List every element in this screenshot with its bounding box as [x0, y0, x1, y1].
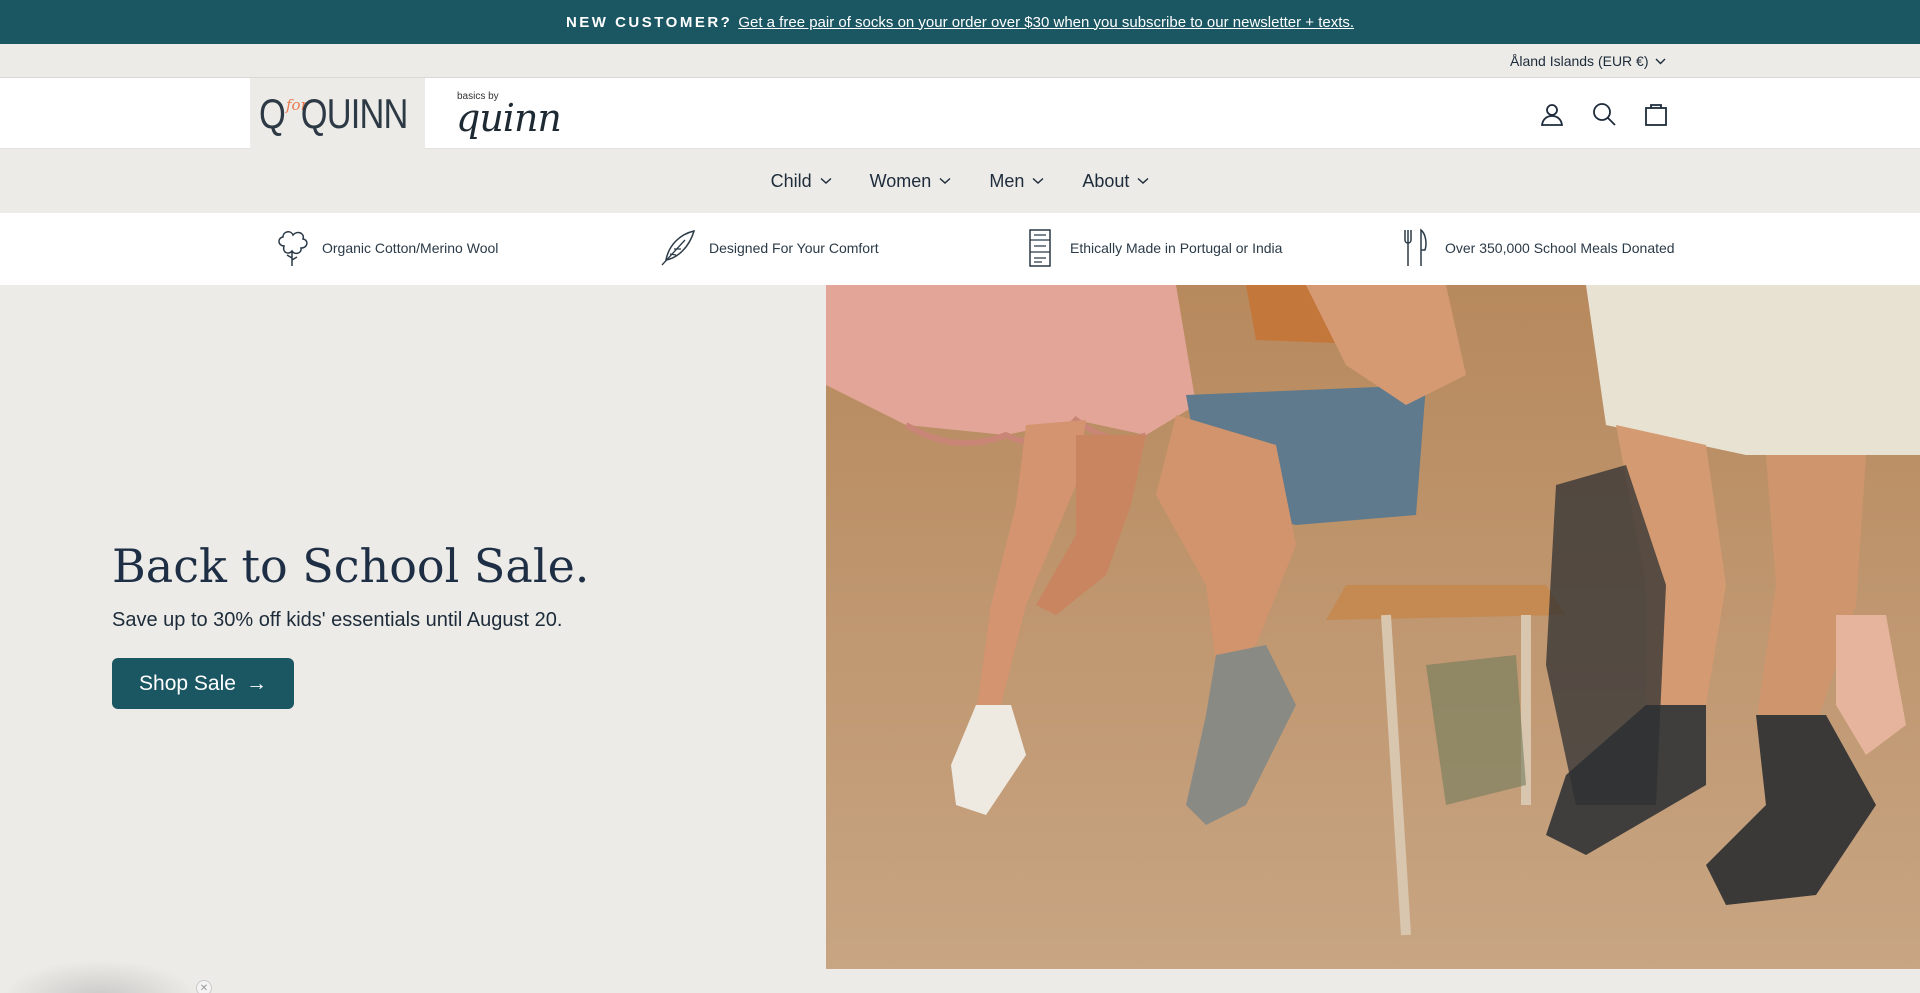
site-header: Q for QUINN basics by quinn: [0, 78, 1920, 149]
kids-socks-photo: [826, 285, 1920, 969]
nav-item-women[interactable]: Women: [870, 171, 952, 192]
chevron-down-icon: [1032, 177, 1044, 184]
fork-knife-icon: [1404, 228, 1427, 266]
chevron-down-icon: [820, 177, 832, 184]
logo-quinn-script: quinn: [456, 96, 562, 140]
announcement-bar: NEW CUSTOMER? Get a free pair of socks o…: [0, 0, 1920, 44]
feature-label: Over 350,000 School Meals Donated: [1445, 240, 1675, 256]
feature-label: Designed For Your Comfort: [709, 240, 879, 256]
feature-meals: Over 350,000 School Meals Donated: [1395, 228, 1675, 268]
nav-item-label: Women: [869, 170, 932, 191]
basics-by-quinn-logo[interactable]: basics by quinn: [456, 78, 586, 149]
feature-strip: Organic Cotton/Merino Wool Designed For …: [0, 213, 1920, 285]
nav-item-child[interactable]: Child: [771, 171, 832, 192]
main-nav: Child Women Men About: [0, 149, 1920, 213]
nav-item-about[interactable]: About: [1082, 171, 1149, 192]
q-for-quinn-logo[interactable]: Q for QUINN: [250, 78, 425, 149]
utility-bar: Åland Islands (EUR €): [0, 44, 1920, 78]
feather-icon: [661, 229, 696, 266]
search-icon[interactable]: [1591, 101, 1617, 127]
hero-image: [826, 285, 1920, 969]
cotton-icon: [278, 231, 308, 266]
nav-item-men[interactable]: Men: [989, 171, 1044, 192]
locale-selector[interactable]: Åland Islands (EUR €): [1510, 53, 1666, 69]
close-icon[interactable]: ✕: [196, 980, 212, 993]
feature-ethical: Ethically Made in Portugal or India: [1020, 228, 1282, 268]
hero-subtitle: Save up to 30% off kids' essentials unti…: [112, 609, 563, 631]
nav-item-label: Child: [770, 170, 812, 191]
announcement-lead: NEW CUSTOMER?: [565, 13, 733, 31]
label-tag-icon: [1029, 229, 1051, 267]
hero-title: Back to School Sale.: [112, 539, 590, 593]
hero-section: Back to School Sale. Save up to 30% off …: [0, 285, 1920, 993]
feature-organic: Organic Cotton/Merino Wool: [272, 228, 498, 268]
shop-sale-button[interactable]: Shop Sale →: [112, 658, 294, 709]
feature-label: Organic Cotton/Merino Wool: [322, 240, 499, 256]
newsletter-offer-link[interactable]: Get a free pair of socks on your order o…: [738, 14, 1354, 31]
logo-quinn-word: QUINN: [300, 89, 408, 137]
chevron-down-icon: [1655, 58, 1666, 64]
locale-label: Åland Islands (EUR €): [1510, 53, 1649, 69]
nav-item-label: About: [1082, 170, 1130, 191]
arrow-right-icon: →: [245, 671, 267, 695]
nav-item-label: Men: [989, 170, 1025, 191]
shop-sale-label: Shop Sale: [139, 671, 236, 695]
chevron-down-icon: [1137, 177, 1149, 184]
feature-comfort: Designed For Your Comfort: [659, 228, 879, 268]
feature-label: Ethically Made in Portugal or India: [1070, 240, 1283, 256]
cart-icon[interactable]: [1643, 101, 1669, 127]
account-icon[interactable]: [1539, 101, 1565, 127]
chevron-down-icon: [939, 177, 951, 184]
logo-q-letter: Q: [258, 89, 286, 137]
promo-popup-tab[interactable]: [0, 960, 200, 993]
